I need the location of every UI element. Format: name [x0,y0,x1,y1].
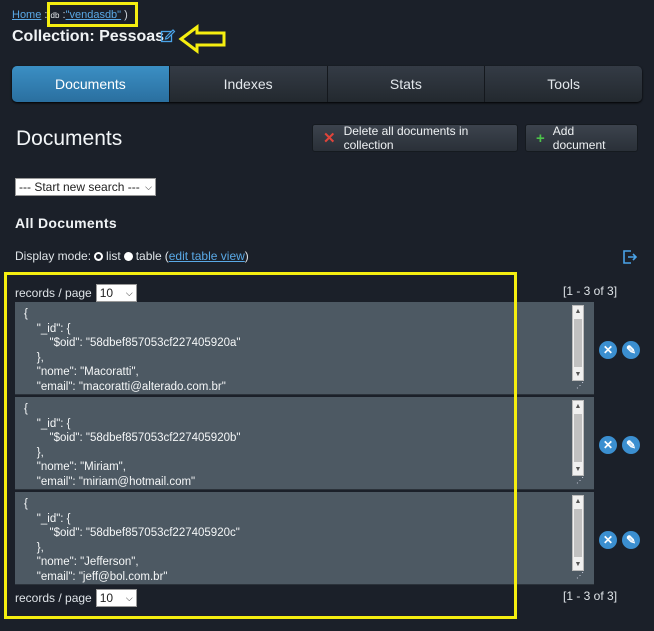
edit-document-icon[interactable]: ✎ [622,341,640,359]
delete-document-icon[interactable]: ✕ [599,341,617,359]
x-icon: ✕ [323,130,336,147]
export-icon[interactable] [622,249,638,265]
document-scrollbar[interactable]: ▲ ▼ [572,400,584,476]
add-document-label: Add document [552,124,606,152]
delete-document-icon[interactable]: ✕ [599,531,617,549]
document-scrollbar[interactable]: ▲ ▼ [572,495,584,571]
documents-highlight-box [4,272,517,619]
display-mode-label: Display mode: [15,249,92,263]
all-documents-heading: All Documents [15,215,117,231]
edit-close-paren: ) [244,249,249,263]
plus-icon: + [536,129,545,147]
pagination-range-bottom: [1 - 3 of 3] [563,589,618,603]
page-title: Collection: Pessoas [12,28,165,45]
section-heading: Documents [16,127,123,150]
table-label: table [135,249,162,263]
edit-document-icon[interactable]: ✎ [622,531,640,549]
tab-indexes[interactable]: Indexes [170,66,328,102]
tab-tools[interactable]: Tools [485,66,642,102]
search-select-value: --- Start new search --- [19,180,140,194]
annotation-arrow-icon [178,24,226,54]
tab-bar: Documents Indexes Stats Tools [12,66,642,102]
home-link[interactable]: Home [12,9,41,21]
tab-stats[interactable]: Stats [328,66,486,102]
edit-table-view-link[interactable]: edit table view [169,249,245,263]
chevron-down-icon: ⌵ [145,181,152,192]
edit-collection-icon[interactable] [160,28,176,44]
search-select[interactable]: --- Start new search --- ⌵ [15,178,156,196]
display-mode: Display mode: list table (edit table vie… [15,249,249,263]
tab-documents[interactable]: Documents [12,66,170,102]
delete-all-label: Delete all documents in collection [343,124,469,152]
list-radio[interactable] [94,251,104,261]
document-scrollbar[interactable]: ▲ ▼ [572,305,584,381]
list-label: list [106,249,121,263]
edit-document-icon[interactable]: ✎ [622,436,640,454]
db-highlight-box [47,2,138,27]
add-document-button[interactable]: + Add document [525,124,638,152]
resize-grip-icon[interactable]: ⋰ [576,476,584,485]
pagination-range-top: [1 - 3 of 3] [563,284,618,298]
delete-document-icon[interactable]: ✕ [599,436,617,454]
resize-grip-icon[interactable]: ⋰ [576,571,584,580]
table-radio[interactable] [123,251,133,261]
delete-all-button[interactable]: ✕ Delete all documents in collection [312,124,518,152]
resize-grip-icon[interactable]: ⋰ [576,381,584,390]
